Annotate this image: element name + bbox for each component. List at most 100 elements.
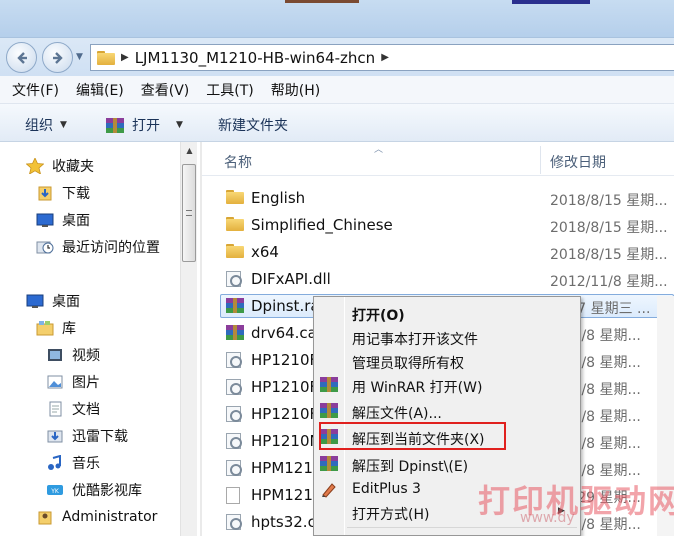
nav-scrollbar[interactable]: ▲ [180, 142, 197, 536]
open-label: 打开 [132, 118, 160, 134]
file-row[interactable]: Simplified_Chinese 2018/8/15 星期... [202, 213, 674, 237]
nav-item-music[interactable]: 音乐 [46, 452, 100, 474]
downloads-icon [36, 185, 54, 201]
folder-icon [226, 217, 244, 233]
navigation-pane: 收藏夹 下载 桌面 最近访问的位置 桌面 库 视频 图片 文档 迅雷下载 音乐 [0, 142, 200, 536]
nav-label: 收藏夹 [52, 159, 94, 175]
menu-view[interactable]: 查看(V) [141, 80, 190, 100]
organize-button[interactable]: 组织 ▼ [25, 115, 67, 135]
menu-edit[interactable]: 编辑(E) [76, 80, 124, 100]
downloads-icon [46, 428, 64, 444]
documents-icon [46, 401, 64, 417]
open-button[interactable]: 打开 ▼ [106, 115, 183, 135]
menu-help[interactable]: 帮助(H) [271, 80, 320, 100]
file-name: DIFxAPI.dll [251, 270, 331, 288]
desktop-icon [26, 293, 44, 309]
annotation-highlight-box [319, 422, 506, 450]
blank-file-icon [226, 487, 240, 504]
history-dropdown-icon[interactable]: ▼ [76, 52, 83, 62]
nav-item-administrator[interactable]: Administrator [36, 506, 157, 528]
back-button[interactable] [6, 42, 37, 73]
watermark-text: 打印机驱动网 [478, 482, 674, 520]
nav-label: 迅雷下载 [72, 429, 128, 445]
file-date: 2018/8/15 星期... [550, 193, 668, 209]
file-name: HPM121 [251, 459, 313, 477]
nav-item-downloads[interactable]: 下载 [36, 182, 90, 204]
file-name: HP1210F [251, 405, 319, 423]
scroll-thumb[interactable] [182, 164, 196, 262]
menu-item-extract-to[interactable]: 解压到 Dpinst\(E) [314, 452, 580, 477]
command-bar: 组织 ▼ 打开 ▼ 新建文件夹 [0, 104, 674, 142]
nav-item-documents[interactable]: 文档 [46, 398, 100, 420]
title-decoration [512, 0, 590, 4]
nav-item-favorites[interactable]: 收藏夹 [25, 155, 94, 177]
menu-item-open[interactable]: 打开(O) [314, 301, 580, 326]
nav-item-libraries[interactable]: 库 [36, 317, 76, 339]
nav-item-desktop[interactable]: 桌面 [36, 209, 90, 231]
nav-label: 桌面 [52, 294, 80, 310]
breadcrumb-path[interactable]: LJM1130_M1210-HB-win64-zhcn [135, 49, 375, 67]
chevron-down-icon: ▼ [60, 120, 67, 130]
nav-label: 视频 [72, 348, 100, 364]
forward-button[interactable] [42, 42, 73, 73]
nav-label: 库 [62, 321, 76, 337]
file-name: HP1210N [251, 432, 321, 450]
menu-item-open-notepad[interactable]: 用记事本打开该文件 [314, 325, 580, 350]
arrow-left-icon [16, 51, 27, 64]
breadcrumb-separator-icon[interactable]: ▶ [381, 52, 389, 63]
catalog-file-icon [226, 514, 242, 530]
nav-item-xunlei[interactable]: 迅雷下载 [46, 425, 128, 447]
nav-label: 音乐 [72, 456, 100, 472]
winrar-icon [226, 325, 244, 340]
menu-separator [347, 527, 577, 528]
file-name: x64 [251, 243, 279, 261]
sort-ascending-icon: ︿ [374, 145, 384, 155]
youku-icon: YK [46, 482, 64, 498]
file-row[interactable]: English 2018/8/15 星期... [202, 186, 674, 210]
file-name: HPM121 [251, 486, 313, 504]
file-name: Simplified_Chinese [251, 216, 393, 234]
menu-tools[interactable]: 工具(T) [206, 80, 253, 100]
menu-label: 解压到 Dpinst\(E) [352, 459, 469, 475]
recent-places-icon [36, 239, 54, 255]
nav-label: 桌面 [62, 213, 90, 229]
menu-label: EditPlus 3 [352, 481, 421, 497]
column-header: ︿ 名称 修改日期 [202, 142, 674, 176]
menu-item-take-ownership[interactable]: 管理员取得所有权 [314, 349, 580, 374]
svg-text:YK: YK [50, 488, 60, 495]
menu-item-winrar-open[interactable]: 用 WinRAR 打开(W) [314, 373, 580, 398]
menu-file[interactable]: 文件(F) [12, 80, 59, 100]
new-folder-label: 新建文件夹 [218, 118, 288, 134]
menu-label: 用记事本打开该文件 [352, 332, 478, 348]
menu-label: 管理员取得所有权 [352, 356, 464, 372]
scroll-up-icon[interactable]: ▲ [181, 142, 198, 159]
nav-item-recent[interactable]: 最近访问的位置 [36, 236, 160, 258]
breadcrumb-separator-icon[interactable]: ▶ [121, 52, 129, 63]
column-date[interactable]: 修改日期 [550, 152, 606, 172]
settings-file-icon [226, 460, 242, 476]
menu-label: 解压文件(A)... [352, 406, 442, 422]
dll-file-icon [226, 271, 242, 287]
column-name[interactable]: 名称 [224, 152, 252, 172]
nav-item-desktop-root[interactable]: 桌面 [26, 290, 80, 312]
nav-item-videos[interactable]: 视频 [46, 344, 100, 366]
file-row[interactable]: DIFxAPI.dll 2012/11/8 星期... [202, 267, 674, 291]
address-row: ▼ ▶ LJM1130_M1210-HB-win64-zhcn ▶ [0, 38, 674, 76]
libraries-icon [36, 320, 54, 336]
menu-label: 打开方式(H) [352, 507, 430, 523]
winrar-icon [106, 117, 124, 133]
editplus-icon [320, 481, 338, 498]
file-row[interactable]: x64 2018/8/15 星期... [202, 240, 674, 264]
arrow-right-icon [52, 51, 63, 64]
desktop-icon [36, 212, 54, 228]
new-folder-button[interactable]: 新建文件夹 [218, 115, 288, 135]
column-divider[interactable] [540, 146, 541, 174]
menu-item-extract-files[interactable]: 解压文件(A)... [314, 399, 580, 424]
file-date: 2018/8/15 星期... [550, 220, 668, 236]
nav-item-youku[interactable]: YK 优酷影视库 [46, 479, 142, 501]
user-folder-icon [36, 509, 54, 525]
folder-icon [226, 244, 244, 260]
nav-item-pictures[interactable]: 图片 [46, 371, 100, 393]
address-bar[interactable]: ▶ LJM1130_M1210-HB-win64-zhcn ▶ [90, 44, 674, 71]
title-decoration [285, 0, 359, 3]
